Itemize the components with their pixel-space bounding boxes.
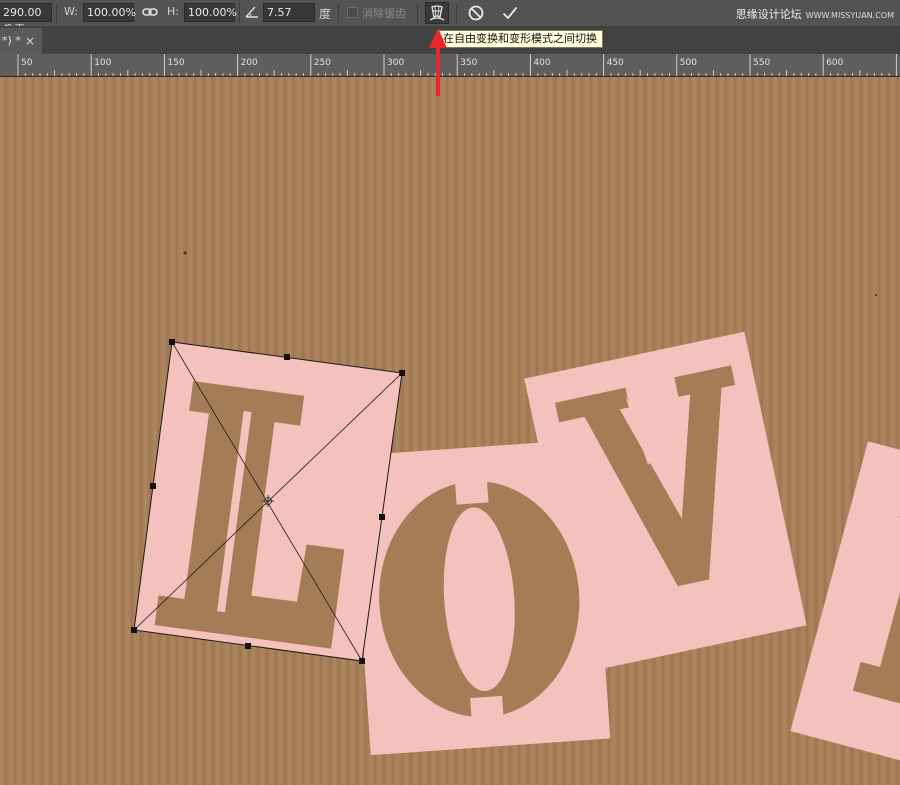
separator xyxy=(456,3,457,23)
site-name: 思缘设计论坛 xyxy=(735,8,802,21)
height-field[interactable]: 100.00% xyxy=(184,3,237,22)
height-label: H: xyxy=(167,5,179,18)
ruler-label: 200 xyxy=(241,58,258,68)
document-tab[interactable]: *) * × xyxy=(0,28,42,54)
warp-icon xyxy=(429,5,445,21)
stencil-card-o[interactable] xyxy=(349,439,611,756)
antialias-label: 消除锯齿 xyxy=(362,7,406,20)
width-field[interactable]: 100.00% xyxy=(83,3,136,22)
ruler-label: 250 xyxy=(314,58,331,68)
ruler-ticks: 5010015020025030035040045050055060065 xyxy=(17,54,900,76)
x-position-field[interactable]: 290.00 像素 xyxy=(0,3,52,36)
options-bar: 290.00 像素 W: 100.00% H: 100.00% 7.57 度 消… xyxy=(0,0,900,36)
ruler-label: 500 xyxy=(680,58,697,68)
link-icon[interactable] xyxy=(142,4,158,23)
close-tab-icon[interactable]: × xyxy=(25,28,35,54)
antialias-checkbox[interactable] xyxy=(347,7,358,18)
warp-mode-button[interactable] xyxy=(425,2,449,24)
angle-icon xyxy=(245,5,259,22)
document-canvas[interactable] xyxy=(0,77,900,785)
warp-mode-tooltip: 在自由变换和变形模式之间切换 xyxy=(437,30,603,48)
speck xyxy=(875,294,877,296)
separator xyxy=(239,3,240,23)
separator xyxy=(417,3,418,23)
site-watermark: 思缘设计论坛 WWW.MISSYUAN.COM xyxy=(736,6,894,22)
commit-transform-icon[interactable] xyxy=(501,4,519,25)
annotation-arrow xyxy=(429,28,447,96)
horizontal-ruler[interactable]: 5010015020025030035040045050055060065 xyxy=(0,54,900,77)
ruler-label: 50 xyxy=(21,58,33,68)
angle-unit: 度 xyxy=(319,7,332,21)
ruler-label: 450 xyxy=(607,58,624,68)
ruler-label: 100 xyxy=(94,58,111,68)
ruler-label: 300 xyxy=(387,58,404,68)
angle-field[interactable]: 7.57 xyxy=(263,3,315,22)
ruler-label: 550 xyxy=(753,58,770,68)
canvas-artwork xyxy=(0,77,900,785)
ruler-label: 350 xyxy=(460,58,477,68)
ruler-label: 600 xyxy=(826,58,843,68)
ruler-label: 400 xyxy=(533,58,550,68)
document-tab-label: *) * xyxy=(2,34,21,47)
speck xyxy=(183,251,187,255)
separator xyxy=(56,3,57,23)
width-label: W: xyxy=(64,5,78,18)
site-url: WWW.MISSYUAN.COM xyxy=(805,11,894,20)
separator xyxy=(338,3,339,23)
ruler-label: 150 xyxy=(167,58,184,68)
cancel-transform-icon[interactable] xyxy=(467,4,485,25)
